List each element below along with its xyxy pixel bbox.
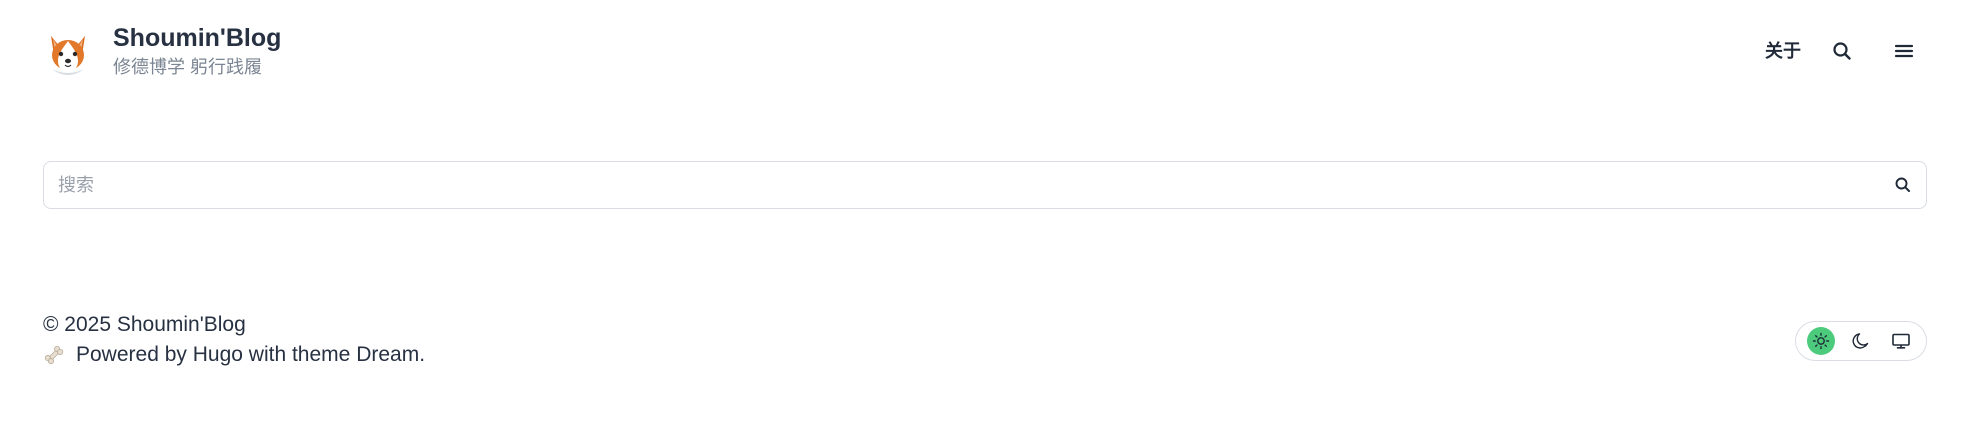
page: Shoumin'Blog 修德博学 躬行践履 关于 搜索 © 2025 Shou… bbox=[0, 0, 1973, 429]
nav-menu-button[interactable] bbox=[1893, 40, 1915, 62]
bone-icon bbox=[44, 345, 64, 365]
hugo-link[interactable]: Hugo bbox=[193, 343, 243, 367]
search-input[interactable] bbox=[58, 162, 1878, 208]
moon-icon bbox=[1852, 333, 1869, 349]
powered-middle: with theme bbox=[248, 343, 351, 366]
theme-system-button[interactable] bbox=[1887, 327, 1915, 355]
nav-about-link[interactable]: 关于 bbox=[1765, 40, 1801, 62]
powered-prefix: Powered by bbox=[76, 343, 187, 366]
site-title[interactable]: Shoumin'Blog bbox=[113, 24, 281, 52]
monitor-icon bbox=[1892, 333, 1910, 349]
powered-suffix: . bbox=[419, 343, 426, 366]
site-subtitle: 修德博学 躬行践履 bbox=[113, 57, 263, 77]
theme-light-button[interactable] bbox=[1807, 327, 1835, 355]
avatar bbox=[44, 27, 92, 75]
brand-text: Shoumin'Blog 修德博学 躬行践履 bbox=[113, 24, 281, 78]
search-submit-button[interactable] bbox=[1894, 176, 1912, 194]
footer-powered-by: Powered by Hugo with theme Dream . bbox=[43, 343, 425, 367]
corgi-logo-icon bbox=[44, 27, 92, 75]
search-icon bbox=[1895, 177, 1910, 192]
nav-search-button[interactable] bbox=[1831, 40, 1853, 62]
theme-dream-link[interactable]: Dream bbox=[356, 343, 419, 367]
search-icon bbox=[1833, 42, 1851, 60]
hamburger-menu-icon bbox=[1894, 44, 1914, 58]
theme-switcher bbox=[1795, 321, 1927, 361]
sun-icon bbox=[1812, 332, 1830, 350]
theme-dark-button[interactable] bbox=[1847, 327, 1875, 355]
site-brand-link[interactable]: Shoumin'Blog 修德博学 躬行践履 bbox=[44, 24, 281, 78]
search-box bbox=[43, 161, 1927, 209]
footer-copyright: © 2025 Shoumin'Blog bbox=[43, 313, 246, 336]
site-header: Shoumin'Blog 修德博学 躬行践履 关于 bbox=[0, 0, 1973, 100]
